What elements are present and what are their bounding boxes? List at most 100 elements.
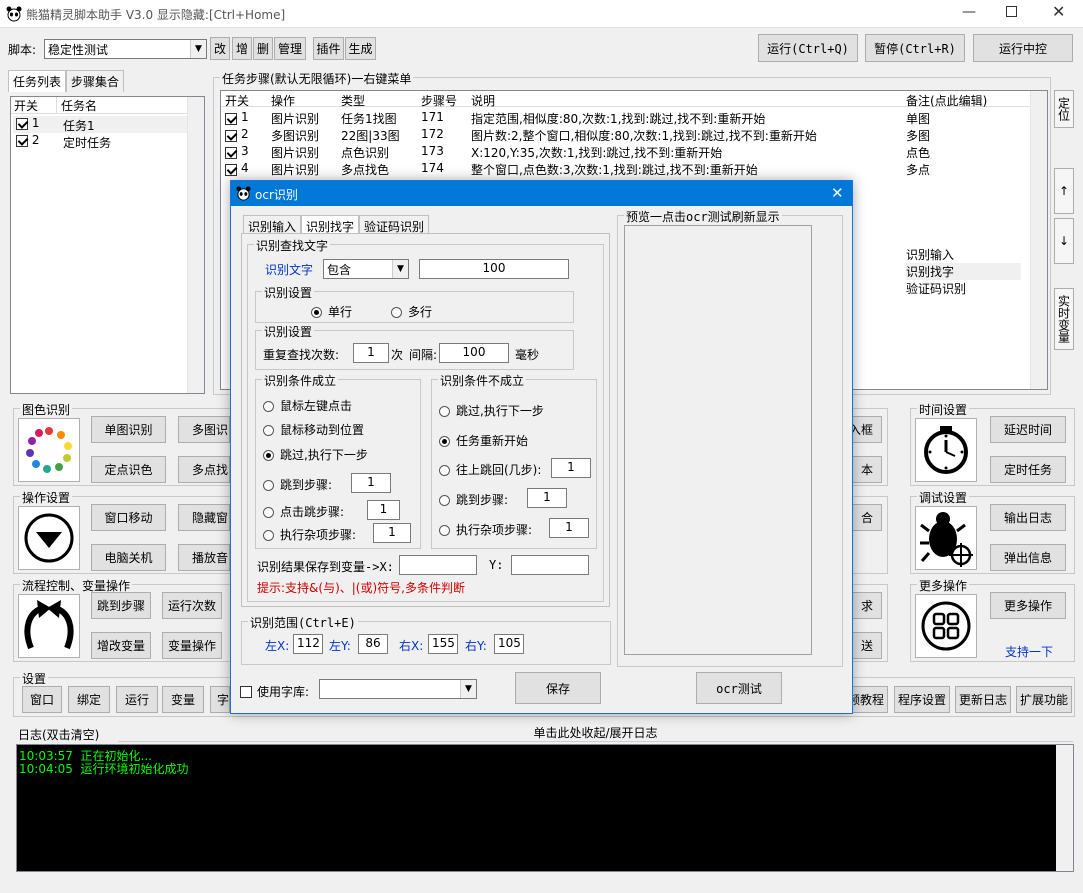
save-var-x-input[interactable] xyxy=(399,555,477,575)
success-option[interactable]: 鼠标左键点击 xyxy=(263,397,352,414)
success-option[interactable]: 点击跳步骤: xyxy=(263,503,344,520)
log-toggle-bar[interactable]: 单击此处收起/展开日志 xyxy=(118,724,1073,742)
video-tutorial-button[interactable]: 频教程 xyxy=(852,686,888,713)
run-count-button[interactable]: 运行次数 xyxy=(162,592,222,619)
radio[interactable] xyxy=(311,307,322,318)
success-option[interactable]: 跳到步骤: xyxy=(263,476,332,493)
input-box-button[interactable]: 入框 xyxy=(852,416,882,443)
radio[interactable] xyxy=(263,530,274,541)
variable-operation-button[interactable]: 变量操作 xyxy=(162,632,222,659)
radio[interactable] xyxy=(439,436,450,447)
popup-message-button[interactable]: 弹出信息 xyxy=(990,544,1066,571)
interval-input[interactable]: 100 xyxy=(439,343,509,363)
fail-step-input[interactable]: 1 xyxy=(527,488,567,508)
generate-button[interactable]: 生成 xyxy=(345,37,376,60)
radio[interactable] xyxy=(391,307,402,318)
ocr-test-button[interactable]: ocr测试 xyxy=(696,672,782,704)
radio[interactable] xyxy=(263,425,274,436)
variable-button[interactable]: 变量 xyxy=(162,686,204,713)
scrollbar[interactable] xyxy=(1030,91,1047,389)
delete-script-button[interactable]: 删 xyxy=(253,37,273,60)
log-title[interactable]: 日志(双击清空) xyxy=(18,726,99,743)
close-icon[interactable]: ✕ xyxy=(831,184,844,202)
hide-window-button[interactable]: 隐藏窗 xyxy=(178,504,230,531)
move-down-button[interactable]: ↓ xyxy=(1054,218,1074,264)
table-row[interactable]: 1 图片识别 任务1找图 171 指定范围,相似度:80,次数:1,找到:跳过,找不到:… xyxy=(221,109,1031,126)
success-option[interactable]: 跳过,执行下一步 xyxy=(263,446,368,463)
close-icon[interactable]: ✕ xyxy=(1052,2,1065,21)
run-center-button[interactable]: 运行中控 xyxy=(973,34,1073,62)
left-y-input[interactable]: 86 xyxy=(358,634,388,654)
use-font-lib-checkbox[interactable] xyxy=(240,685,252,698)
extend-button[interactable]: 扩展功能 xyxy=(1016,686,1072,713)
radio[interactable] xyxy=(263,450,274,461)
delay-time-button[interactable]: 延迟时间 xyxy=(990,416,1066,443)
fail-option[interactable]: 跳到步骤: xyxy=(439,491,508,508)
run-button[interactable]: 运行(Ctrl+Q) xyxy=(758,34,858,62)
tab-task-list[interactable]: 任务列表 xyxy=(8,70,67,92)
radio[interactable] xyxy=(263,480,274,491)
realtime-variable-button[interactable]: 实时变量 xyxy=(1054,288,1074,350)
font-button[interactable]: 字 xyxy=(210,686,230,713)
minimize-icon[interactable]: — xyxy=(962,4,976,20)
checkbox[interactable] xyxy=(225,112,237,125)
point-color-button[interactable]: 定点识色 xyxy=(91,456,166,483)
radio[interactable] xyxy=(263,507,274,518)
manage-button[interactable]: 管理 xyxy=(274,37,306,60)
table-row[interactable]: 2 多图识别 22图|33图 172 图片数:2,整个窗口,相似度:80,次数:1,找到… xyxy=(221,126,1031,143)
play-sound-button[interactable]: 播放音 xyxy=(178,544,230,571)
table-row[interactable]: 4 图片识别 多点找色 174 整个窗口,点色数:3,次数:1,找到:跳过,找不到:重新… xyxy=(221,160,1031,177)
radio[interactable] xyxy=(439,465,450,476)
multi-point-button[interactable]: 多点找 xyxy=(178,456,230,483)
send-button[interactable]: 送 xyxy=(852,632,882,659)
success-step-input[interactable]: 1 xyxy=(351,473,391,493)
header-task-name[interactable]: 任务名 xyxy=(57,97,97,113)
scheduled-task-button[interactable]: 定时任务 xyxy=(990,456,1066,483)
table-row[interactable]: 3 图片识别 点色识别 173 X:120,Y:35,次数:1,找到:跳过,找不到:重新… xyxy=(221,143,1031,160)
right-x-input[interactable]: 155 xyxy=(428,634,458,654)
support-link[interactable]: 支持一下 xyxy=(1005,643,1053,660)
single-line-radio[interactable]: 单行 xyxy=(311,303,352,320)
maximize-icon[interactable] xyxy=(1006,6,1017,17)
shutdown-button[interactable]: 电脑关机 xyxy=(91,544,166,571)
text-button[interactable]: 本 xyxy=(852,456,882,483)
output-log-button[interactable]: 输出日志 xyxy=(990,504,1066,531)
ocr-text-input[interactable]: 100 xyxy=(419,259,569,279)
checkbox[interactable] xyxy=(225,163,237,176)
checkbox[interactable] xyxy=(225,146,237,159)
request-button[interactable]: 求 xyxy=(852,592,882,619)
match-mode-select[interactable]: 包含 ▼ xyxy=(323,259,409,279)
locate-button[interactable]: 定位 xyxy=(1054,90,1074,128)
program-settings-button[interactable]: 程序设置 xyxy=(894,686,950,713)
radio[interactable] xyxy=(439,525,450,536)
fail-option[interactable]: 任务重新开始 xyxy=(439,432,528,449)
left-x-input[interactable]: 112 xyxy=(293,634,323,654)
misc-step-input[interactable]: 1 xyxy=(373,523,411,543)
add-script-button[interactable]: 增 xyxy=(232,37,252,60)
radio[interactable] xyxy=(439,495,450,506)
click-step-input[interactable]: 1 xyxy=(367,500,400,520)
scrollbar[interactable] xyxy=(1056,745,1073,871)
fail-misc-step-input[interactable]: 1 xyxy=(549,518,589,538)
multi-image-button[interactable]: 多图识 xyxy=(178,416,230,443)
jump-back-input[interactable]: 1 xyxy=(551,458,591,478)
right-y-input[interactable]: 105 xyxy=(494,634,524,654)
goto-step-button[interactable]: 跳到步骤 xyxy=(91,592,151,619)
script-select[interactable]: 稳定性测试 ▼ xyxy=(44,39,207,59)
checkbox[interactable] xyxy=(225,129,237,142)
header-switch[interactable]: 开关 xyxy=(11,97,57,113)
combine-button[interactable]: 合 xyxy=(852,504,882,531)
edit-variable-button[interactable]: 增改变量 xyxy=(91,632,151,659)
run-settings-button[interactable]: 运行 xyxy=(116,686,158,713)
window-button[interactable]: 窗口 xyxy=(22,686,62,713)
fail-option[interactable]: 往上跳回(几步): xyxy=(439,461,541,478)
success-option[interactable]: 鼠标移动到位置 xyxy=(263,421,364,438)
list-item[interactable]: 2 定时任务 xyxy=(13,133,189,150)
fail-option[interactable]: 执行杂项步骤: xyxy=(439,521,532,538)
repeat-count-input[interactable]: 1 xyxy=(353,343,389,363)
save-button[interactable]: 保存 xyxy=(515,672,601,704)
scrollbar[interactable] xyxy=(187,97,204,393)
bind-button[interactable]: 绑定 xyxy=(68,686,110,713)
update-log-button[interactable]: 更新日志 xyxy=(955,686,1011,713)
checkbox[interactable] xyxy=(16,134,28,147)
